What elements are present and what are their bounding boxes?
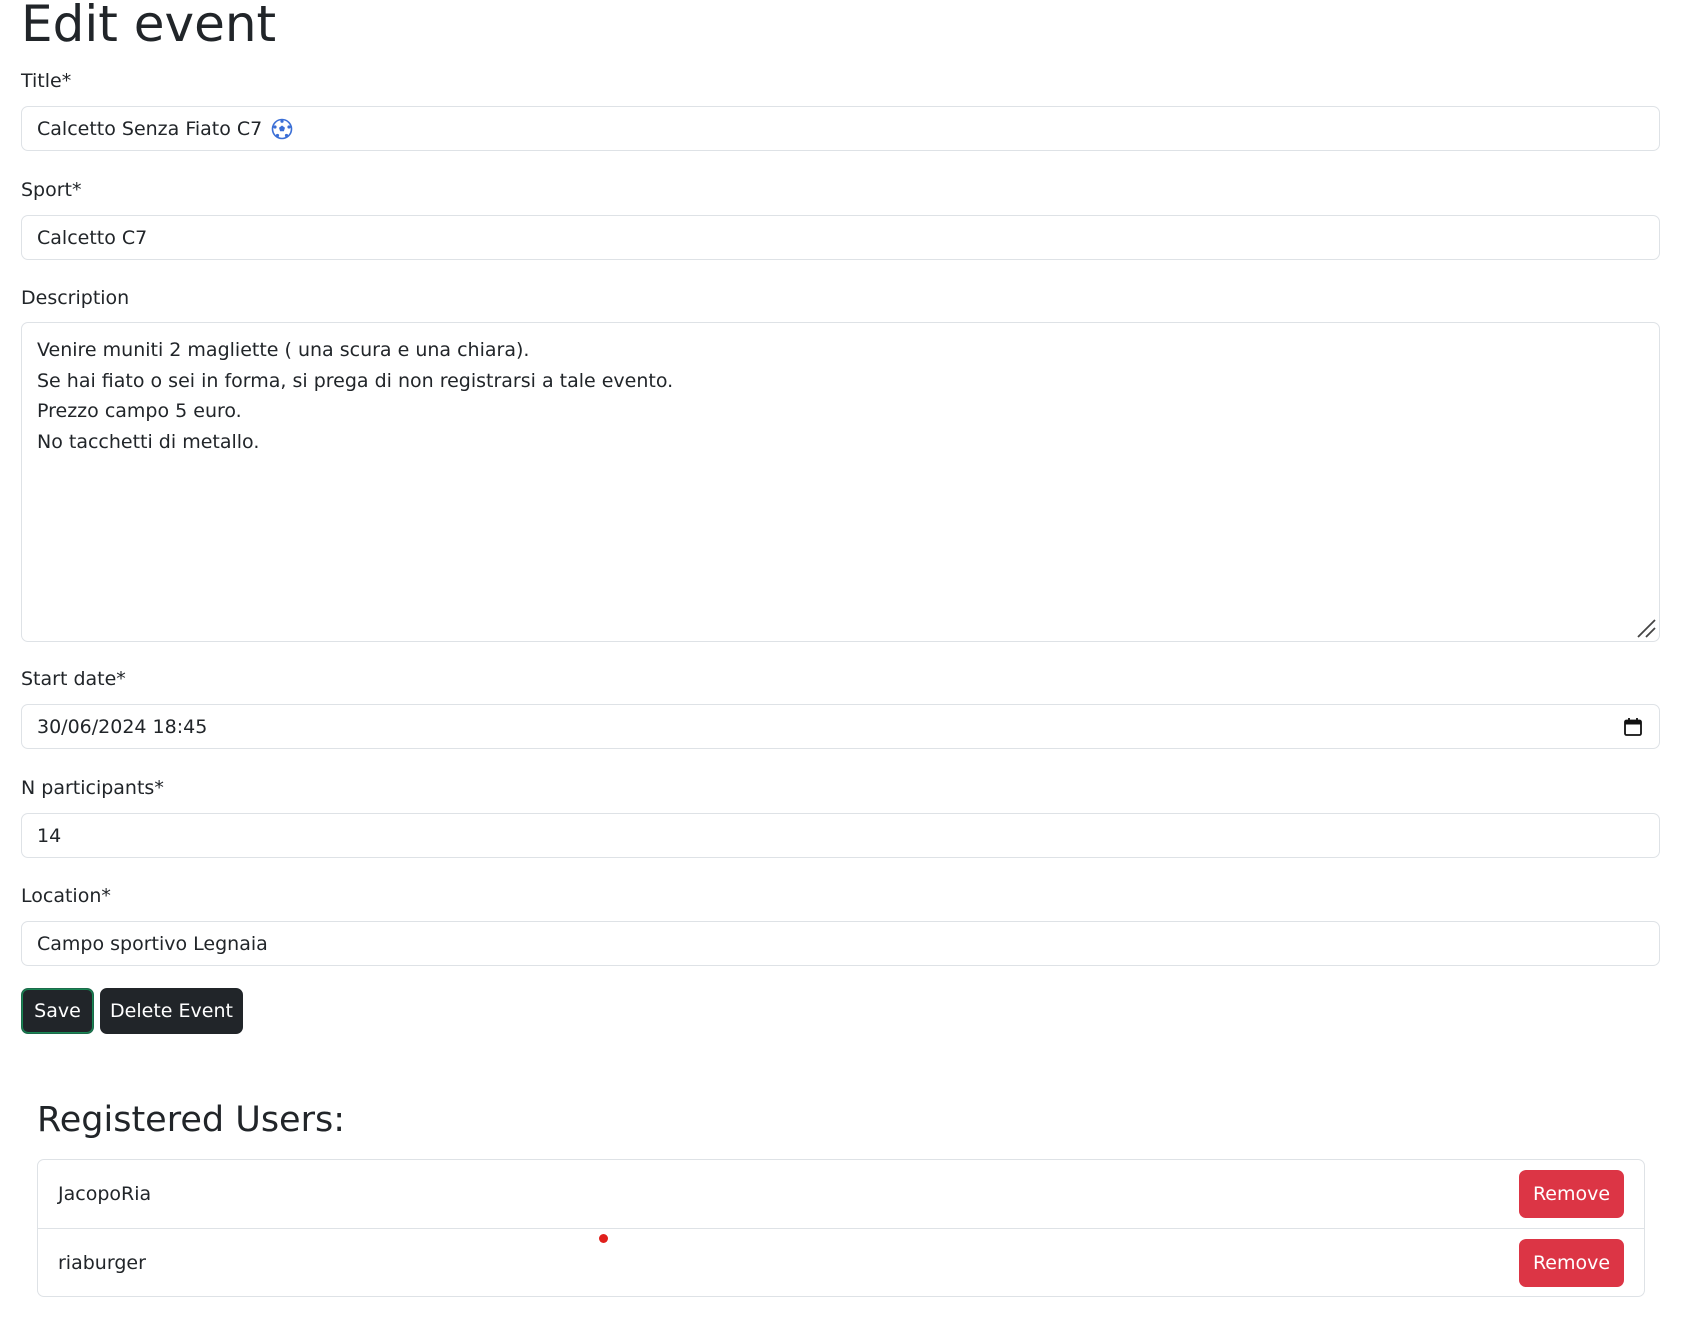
edit-event-page: Edit event Title* Calcetto Senza Fiato C… [0, 0, 1685, 1330]
description-textarea[interactable]: Venire muniti 2 magliette ( una scura e … [21, 322, 1660, 642]
registered-users-list: JacopoRia Remove riaburger Remove [37, 1159, 1645, 1297]
sport-label: Sport* [21, 179, 82, 201]
start-date-input[interactable]: 30/06/2024 18:45 [21, 704, 1660, 749]
list-item: JacopoRia Remove [38, 1160, 1644, 1228]
description-line: Venire muniti 2 magliette ( una scura e … [37, 339, 530, 361]
remove-user-button[interactable]: Remove [1519, 1170, 1624, 1218]
title-input-value: Calcetto Senza Fiato C7 [37, 117, 263, 140]
participants-label: N participants* [21, 777, 164, 799]
description-line: No tacchetti di metallo. [37, 430, 260, 453]
page-title: Edit event [21, 0, 277, 53]
start-date-value: 30/06/2024 18:45 [37, 715, 208, 738]
location-input[interactable]: Campo sportivo Legnaia [21, 921, 1660, 966]
location-value: Campo sportivo Legnaia [37, 932, 268, 955]
user-name: JacopoRia [58, 1183, 152, 1205]
resize-handle-icon[interactable] [1635, 617, 1657, 639]
remove-user-button[interactable]: Remove [1519, 1239, 1624, 1287]
location-label: Location* [21, 885, 111, 907]
description-label: Description [21, 287, 130, 309]
user-name: riaburger [58, 1251, 146, 1274]
sport-input[interactable]: Calcetto C7 [21, 215, 1660, 260]
list-item: riaburger Remove [38, 1228, 1644, 1296]
cursor-indicator [599, 1234, 608, 1243]
title-input[interactable]: Calcetto Senza Fiato C7 [21, 106, 1660, 151]
description-line: Prezzo campo 5 euro. [37, 400, 242, 422]
save-button[interactable]: Save [21, 988, 94, 1034]
calendar-icon[interactable] [1623, 717, 1643, 737]
participants-input[interactable]: 14 [21, 813, 1660, 858]
participants-value: 14 [37, 824, 62, 847]
description-line: Se hai fiato o sei in forma, si prega di… [37, 369, 674, 392]
delete-event-button[interactable]: Delete Event [100, 988, 243, 1034]
start-date-label: Start date* [21, 668, 126, 690]
soccer-ball-icon [271, 118, 293, 140]
registered-users-heading: Registered Users: [37, 1100, 346, 1140]
title-label: Title* [21, 70, 72, 92]
sport-input-value: Calcetto C7 [37, 226, 148, 249]
